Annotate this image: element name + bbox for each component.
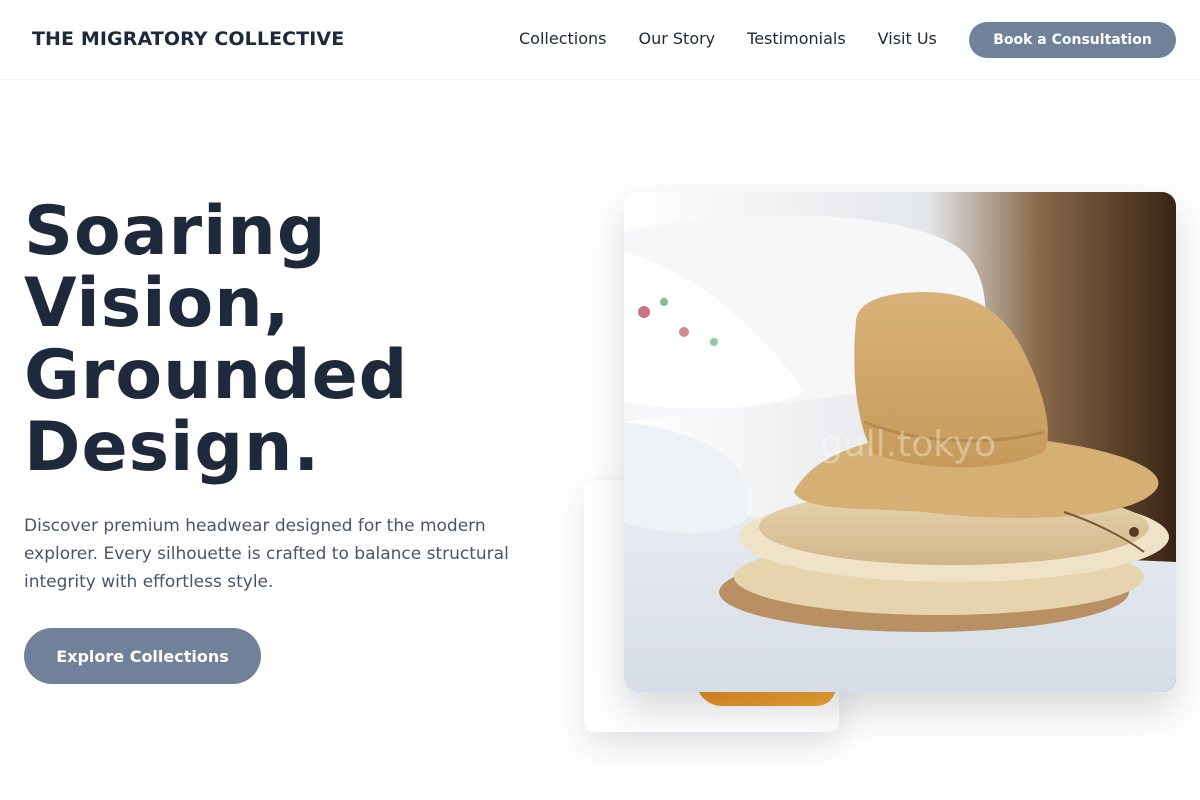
explore-collections-button[interactable]: Explore Collections [24,628,261,684]
nav-link-our-story[interactable]: Our Story [638,29,715,48]
hero-title-line: Vision, [24,264,291,343]
nav-link-testimonials[interactable]: Testimonials [747,29,846,48]
hero-title-line: Design. [24,408,321,487]
site-header: THE MIGRATORY COLLECTIVE Collections Our… [0,0,1200,80]
brand-logo[interactable]: THE MIGRATORY COLLECTIVE [32,28,344,50]
hero-title-line: Grounded [24,336,409,415]
hero-title-line: Soaring [24,192,327,271]
nav-link-collections[interactable]: Collections [519,29,606,48]
hero-description: Discover premium headwear designed for t… [24,516,509,592]
image-watermark: gull.tokyo [820,424,997,465]
nav-link-visit-us[interactable]: Visit Us [878,29,937,48]
main-nav: Collections Our Story Testimonials Visit… [519,29,937,48]
hero-product-image: gull.tokyo [624,192,1176,692]
hero-title: Soaring Vision, Grounded Design. [24,196,584,484]
book-consultation-button[interactable]: Book a Consultation [969,22,1176,58]
